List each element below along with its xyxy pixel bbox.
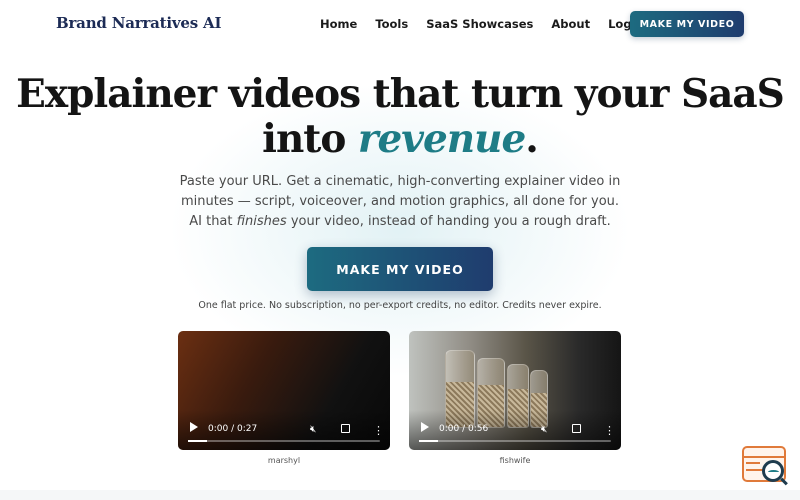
fullscreen-icon[interactable] [572, 424, 581, 433]
video-player-2[interactable]: 0:00 / 0:56 🔇︎ ⋮ [409, 331, 621, 450]
video-progress-track[interactable] [419, 440, 611, 442]
subtitle-emphasis: finishes [236, 214, 287, 229]
widget-line [746, 462, 760, 464]
headline-line1: Explainer videos that turn your SaaS [16, 71, 785, 117]
video-controls: 0:00 / 0:56 🔇︎ ⋮ [409, 410, 621, 450]
nav-about[interactable]: About [551, 17, 590, 31]
footer-strip [0, 490, 800, 500]
video-controls: 0:00 / 0:27 🔇︎ ⋮ [178, 410, 390, 450]
video-time: 0:00 / 0:27 [208, 424, 258, 434]
play-icon[interactable] [421, 422, 429, 432]
nav-home[interactable]: Home [320, 17, 357, 31]
hero-headline: Explainer videos that turn your SaaS int… [0, 72, 800, 162]
hero-make-video-button[interactable]: MAKE MY VIDEO [307, 247, 493, 291]
video-progress-track[interactable] [188, 440, 380, 442]
header-make-video-button[interactable]: MAKE MY VIDEO [630, 11, 744, 37]
headline-accent: revenue [357, 116, 526, 162]
nav-saas-showcases[interactable]: SaaS Showcases [426, 17, 533, 31]
play-icon[interactable] [190, 422, 198, 432]
muted-speaker-icon[interactable]: 🔇︎ [310, 424, 316, 435]
fullscreen-icon[interactable] [341, 424, 350, 433]
search-chat-icon[interactable] [740, 444, 790, 490]
more-vertical-icon[interactable]: ⋮ [604, 425, 615, 436]
hero-subtitle: Paste your URL. Get a cinematic, high-co… [176, 172, 624, 232]
video-progress-fill [419, 440, 439, 442]
magnifier-handle [780, 477, 788, 486]
pricing-note: One flat price. No subscription, no per-… [198, 300, 602, 311]
brand-logo[interactable]: Brand Narratives AI [56, 14, 221, 32]
nav-tools[interactable]: Tools [375, 17, 408, 31]
video-caption-2: fishwife [499, 456, 531, 465]
headline-line2-prefix: into [262, 116, 358, 162]
more-vertical-icon[interactable]: ⋮ [373, 425, 384, 436]
top-nav: Home Tools SaaS Showcases About Log in [320, 17, 648, 31]
video-player-1[interactable]: 0:00 / 0:27 🔇︎ ⋮ [178, 331, 390, 450]
subtitle-part2: your video, instead of handing you a rou… [286, 214, 611, 229]
video-caption-1: marshyl [267, 456, 301, 465]
video-progress-fill [188, 440, 208, 442]
muted-speaker-icon[interactable]: 🔇︎ [541, 424, 547, 435]
video-time: 0:00 / 0:56 [439, 424, 489, 434]
headline-period: . [525, 116, 539, 162]
lens-wave [768, 470, 779, 474]
